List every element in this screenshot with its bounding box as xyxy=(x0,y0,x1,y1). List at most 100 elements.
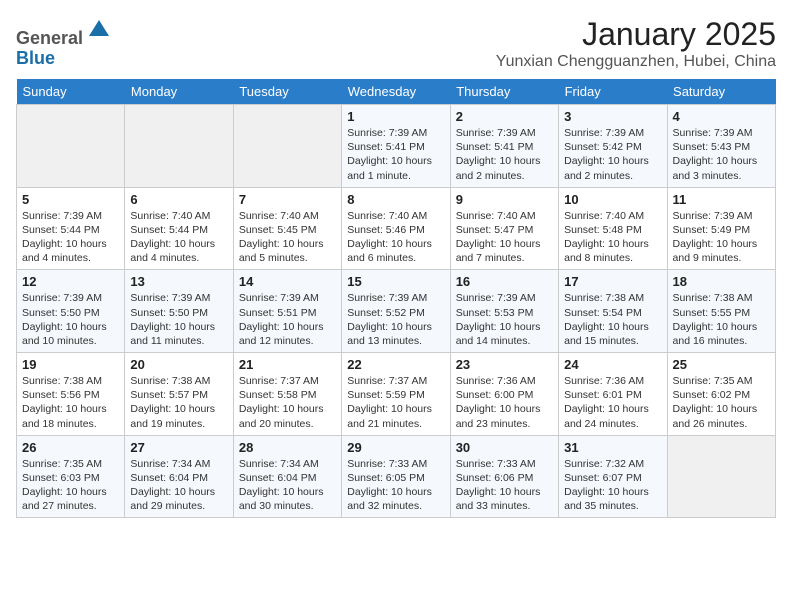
logo-icon xyxy=(85,16,113,44)
location-title: Yunxian Chengguanzhen, Hubei, China xyxy=(496,53,776,71)
calendar-cell: 8 Sunrise: 7:40 AMSunset: 5:46 PMDaylight… xyxy=(342,187,450,270)
day-number: 1 xyxy=(347,109,444,124)
cell-content: Sunrise: 7:39 AMSunset: 5:49 PMDaylight:… xyxy=(673,209,770,266)
day-number: 3 xyxy=(564,109,661,124)
day-number: 9 xyxy=(456,192,553,207)
day-number: 15 xyxy=(347,274,444,289)
cell-content: Sunrise: 7:39 AMSunset: 5:50 PMDaylight:… xyxy=(22,291,119,348)
calendar-cell: 31 Sunrise: 7:32 AMSunset: 6:07 PMDayligh… xyxy=(559,435,667,518)
cell-content: Sunrise: 7:38 AMSunset: 5:56 PMDaylight:… xyxy=(22,374,119,431)
calendar-cell: 19 Sunrise: 7:38 AMSunset: 5:56 PMDayligh… xyxy=(17,353,125,436)
cell-content: Sunrise: 7:39 AMSunset: 5:51 PMDaylight:… xyxy=(239,291,336,348)
month-title: January 2025 xyxy=(496,16,776,53)
day-number: 21 xyxy=(239,357,336,372)
cell-content: Sunrise: 7:34 AMSunset: 6:04 PMDaylight:… xyxy=(130,457,227,514)
cell-content: Sunrise: 7:36 AMSunset: 6:00 PMDaylight:… xyxy=(456,374,553,431)
cell-content: Sunrise: 7:35 AMSunset: 6:02 PMDaylight:… xyxy=(673,374,770,431)
cell-content: Sunrise: 7:38 AMSunset: 5:54 PMDaylight:… xyxy=(564,291,661,348)
day-number: 6 xyxy=(130,192,227,207)
cell-content: Sunrise: 7:37 AMSunset: 5:58 PMDaylight:… xyxy=(239,374,336,431)
day-number: 22 xyxy=(347,357,444,372)
calendar-cell: 5Sunrise: 7:39 AMSunset: 5:44 PMDaylight… xyxy=(17,187,125,270)
logo-general: General xyxy=(16,28,83,48)
calendar-cell: 3Sunrise: 7:39 AMSunset: 5:42 PMDaylight… xyxy=(559,105,667,188)
calendar-week-2: 5Sunrise: 7:39 AMSunset: 5:44 PMDaylight… xyxy=(17,187,776,270)
calendar-cell: 13 Sunrise: 7:39 AMSunset: 5:50 PMDayligh… xyxy=(125,270,233,353)
day-number: 31 xyxy=(564,440,661,455)
calendar-cell xyxy=(17,105,125,188)
calendar-cell: 26 Sunrise: 7:35 AMSunset: 6:03 PMDayligh… xyxy=(17,435,125,518)
calendar-cell: 2Sunrise: 7:39 AMSunset: 5:41 PMDaylight… xyxy=(450,105,558,188)
cell-content: Sunrise: 7:39 AMSunset: 5:41 PMDaylight:… xyxy=(347,126,444,183)
day-number: 8 xyxy=(347,192,444,207)
cell-content: Sunrise: 7:32 AMSunset: 6:07 PMDaylight:… xyxy=(564,457,661,514)
day-number: 23 xyxy=(456,357,553,372)
title-block: January 2025 Yunxian Chengguanzhen, Hube… xyxy=(496,16,776,71)
cell-content: Sunrise: 7:39 AMSunset: 5:43 PMDaylight:… xyxy=(673,126,770,183)
cell-content: Sunrise: 7:35 AMSunset: 6:03 PMDaylight:… xyxy=(22,457,119,514)
calendar-cell: 25 Sunrise: 7:35 AMSunset: 6:02 PMDayligh… xyxy=(667,353,775,436)
weekday-header-tuesday: Tuesday xyxy=(233,79,341,105)
calendar-cell: 4 Sunrise: 7:39 AMSunset: 5:43 PMDaylight… xyxy=(667,105,775,188)
calendar-cell: 18 Sunrise: 7:38 AMSunset: 5:55 PMDayligh… xyxy=(667,270,775,353)
calendar-cell xyxy=(667,435,775,518)
cell-content: Sunrise: 7:39 AMSunset: 5:41 PMDaylight:… xyxy=(456,126,553,183)
logo: General Blue xyxy=(16,16,113,69)
day-number: 11 xyxy=(673,192,770,207)
day-number: 26 xyxy=(22,440,119,455)
day-number: 18 xyxy=(673,274,770,289)
day-number: 27 xyxy=(130,440,227,455)
cell-content: Sunrise: 7:33 AMSunset: 6:05 PMDaylight:… xyxy=(347,457,444,514)
calendar-cell: 30 Sunrise: 7:33 AMSunset: 6:06 PMDayligh… xyxy=(450,435,558,518)
cell-content: Sunrise: 7:39 AMSunset: 5:50 PMDaylight:… xyxy=(130,291,227,348)
calendar-week-1: 1 Sunrise: 7:39 AMSunset: 5:41 PMDaylight… xyxy=(17,105,776,188)
calendar-cell: 9Sunrise: 7:40 AMSunset: 5:47 PMDaylight… xyxy=(450,187,558,270)
day-number: 12 xyxy=(22,274,119,289)
cell-content: Sunrise: 7:36 AMSunset: 6:01 PMDaylight:… xyxy=(564,374,661,431)
weekday-header-wednesday: Wednesday xyxy=(342,79,450,105)
calendar-cell: 23 Sunrise: 7:36 AMSunset: 6:00 PMDayligh… xyxy=(450,353,558,436)
day-number: 28 xyxy=(239,440,336,455)
calendar-cell: 28Sunrise: 7:34 AMSunset: 6:04 PMDayligh… xyxy=(233,435,341,518)
calendar-cell: 21 Sunrise: 7:37 AMSunset: 5:58 PMDayligh… xyxy=(233,353,341,436)
calendar-cell: 1 Sunrise: 7:39 AMSunset: 5:41 PMDaylight… xyxy=(342,105,450,188)
cell-content: Sunrise: 7:38 AMSunset: 5:57 PMDaylight:… xyxy=(130,374,227,431)
day-number: 30 xyxy=(456,440,553,455)
calendar-cell: 17 Sunrise: 7:38 AMSunset: 5:54 PMDayligh… xyxy=(559,270,667,353)
day-number: 19 xyxy=(22,357,119,372)
day-number: 4 xyxy=(673,109,770,124)
logo-blue: Blue xyxy=(16,48,55,68)
calendar-cell: 29 Sunrise: 7:33 AMSunset: 6:05 PMDayligh… xyxy=(342,435,450,518)
calendar-cell: 22 Sunrise: 7:37 AMSunset: 5:59 PMDayligh… xyxy=(342,353,450,436)
cell-content: Sunrise: 7:33 AMSunset: 6:06 PMDaylight:… xyxy=(456,457,553,514)
calendar-cell: 27 Sunrise: 7:34 AMSunset: 6:04 PMDayligh… xyxy=(125,435,233,518)
day-number: 29 xyxy=(347,440,444,455)
calendar-cell: 6 Sunrise: 7:40 AMSunset: 5:44 PMDaylight… xyxy=(125,187,233,270)
weekday-header-saturday: Saturday xyxy=(667,79,775,105)
calendar-cell xyxy=(125,105,233,188)
day-number: 10 xyxy=(564,192,661,207)
cell-content: Sunrise: 7:38 AMSunset: 5:55 PMDaylight:… xyxy=(673,291,770,348)
calendar-cell: 16Sunrise: 7:39 AMSunset: 5:53 PMDayligh… xyxy=(450,270,558,353)
weekday-header-row: SundayMondayTuesdayWednesdayThursdayFrid… xyxy=(17,79,776,105)
calendar-cell: 20Sunrise: 7:38 AMSunset: 5:57 PMDayligh… xyxy=(125,353,233,436)
day-number: 24 xyxy=(564,357,661,372)
weekday-header-thursday: Thursday xyxy=(450,79,558,105)
calendar-cell: 12 Sunrise: 7:39 AMSunset: 5:50 PMDayligh… xyxy=(17,270,125,353)
calendar-cell: 10Sunrise: 7:40 AMSunset: 5:48 PMDayligh… xyxy=(559,187,667,270)
weekday-header-sunday: Sunday xyxy=(17,79,125,105)
cell-content: Sunrise: 7:39 AMSunset: 5:52 PMDaylight:… xyxy=(347,291,444,348)
page-header: General Blue January 2025 Yunxian Chengg… xyxy=(16,16,776,71)
weekday-header-friday: Friday xyxy=(559,79,667,105)
calendar-week-4: 19 Sunrise: 7:38 AMSunset: 5:56 PMDayligh… xyxy=(17,353,776,436)
calendar-cell: 24 Sunrise: 7:36 AMSunset: 6:01 PMDayligh… xyxy=(559,353,667,436)
calendar-cell: 7Sunrise: 7:40 AMSunset: 5:45 PMDaylight… xyxy=(233,187,341,270)
calendar-cell: 11 Sunrise: 7:39 AMSunset: 5:49 PMDayligh… xyxy=(667,187,775,270)
day-number: 25 xyxy=(673,357,770,372)
cell-content: Sunrise: 7:40 AMSunset: 5:44 PMDaylight:… xyxy=(130,209,227,266)
cell-content: Sunrise: 7:37 AMSunset: 5:59 PMDaylight:… xyxy=(347,374,444,431)
day-number: 17 xyxy=(564,274,661,289)
cell-content: Sunrise: 7:40 AMSunset: 5:46 PMDaylight:… xyxy=(347,209,444,266)
day-number: 13 xyxy=(130,274,227,289)
day-number: 5 xyxy=(22,192,119,207)
